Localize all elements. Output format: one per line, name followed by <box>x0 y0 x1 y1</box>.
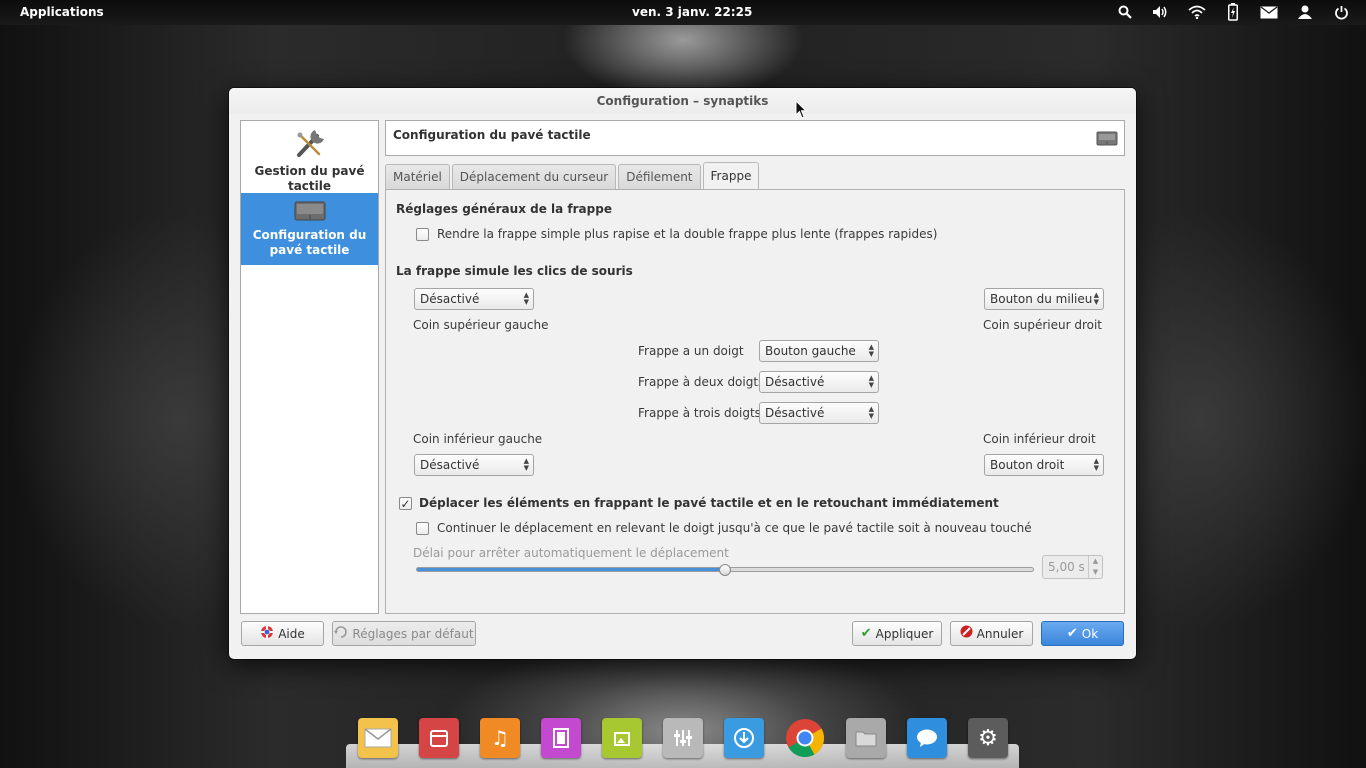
cancel-button[interactable]: Annuler <box>950 621 1033 646</box>
bottom-left-corner-select[interactable]: Désactivé ▲ ▼ <box>414 454 534 476</box>
continue-drag-checkbox[interactable] <box>416 522 429 535</box>
search-icon[interactable] <box>1114 3 1136 21</box>
check-icon: ✔ <box>860 626 872 641</box>
dock-items: ♫ ⚙ <box>358 718 1008 758</box>
fast-taps-label[interactable]: Rendre la frappe simple plus rapise et l… <box>437 227 937 241</box>
ok-button[interactable]: ✔ Ok <box>1041 621 1124 646</box>
two-finger-label: Frappe à deux doigts <box>638 375 765 389</box>
reset-icon <box>334 625 348 643</box>
download-icon[interactable] <box>724 718 764 758</box>
drag-checkbox[interactable]: ✓ <box>399 497 412 510</box>
slider-handle[interactable] <box>719 564 731 576</box>
drag-delay-label: Délai pour arrêter automatiquement le dé… <box>413 546 729 560</box>
top-panel: Applications ven. 3 janv. 22:25 <box>0 0 1366 25</box>
general-section-title: Réglages généraux de la frappe <box>396 202 612 216</box>
video-icon[interactable] <box>541 718 581 758</box>
slider-fill <box>417 568 725 571</box>
bottom-left-corner-label: Coin inférieur gauche <box>413 432 543 446</box>
sidebar-item-gestion[interactable]: Gestion du pavé tactile <box>241 121 378 193</box>
clicks-section-title: La frappe simule les clics de souris <box>396 264 633 278</box>
clock[interactable]: ven. 3 janv. 22:25 <box>632 5 752 19</box>
mixer-icon[interactable] <box>663 718 703 758</box>
combo-arrows-icon: ▲ ▼ <box>868 405 874 420</box>
power-icon[interactable] <box>1330 3 1352 21</box>
indicator-area <box>1114 3 1352 21</box>
tab-panel-frappe: Réglages généraux de la frappe Rendre la… <box>385 189 1125 614</box>
touchpad-icon <box>293 201 327 226</box>
bottom-right-corner-label: Coin inférieur droit <box>983 432 1096 446</box>
music-icon[interactable]: ♫ <box>480 718 520 758</box>
three-finger-select[interactable]: Désactivé ▲ ▼ <box>759 402 879 424</box>
volume-icon[interactable] <box>1150 3 1172 21</box>
chat-icon[interactable] <box>907 718 947 758</box>
sidebar-item-configuration[interactable]: Configuration du pavé tactile <box>241 193 378 265</box>
combo-arrows-icon: ▲ ▼ <box>868 374 874 389</box>
checkmark-icon: ✓ <box>400 496 411 511</box>
battery-icon[interactable] <box>1222 3 1244 21</box>
calendar-icon[interactable] <box>419 718 459 758</box>
sidebar-item-label: Gestion du pavé tactile <box>254 164 365 193</box>
window-title: Configuration – synaptiks <box>596 94 769 108</box>
top-right-corner-label: Coin supérieur droit <box>983 318 1103 332</box>
one-finger-select[interactable]: Bouton gauche ▲ ▼ <box>759 340 879 362</box>
combo-arrows-icon: ▲ ▼ <box>523 291 529 306</box>
page-title: Configuration du pavé tactile <box>393 128 591 142</box>
one-finger-label: Frappe a un doigt <box>638 344 744 358</box>
apply-button[interactable]: ✔ Appliquer <box>852 621 942 646</box>
wrench-icon <box>293 130 327 162</box>
top-right-corner-select[interactable]: Bouton du milieu ▲ ▼ <box>984 288 1104 310</box>
wifi-icon[interactable] <box>1186 3 1208 21</box>
user-icon[interactable] <box>1294 3 1316 21</box>
applications-menu[interactable]: Applications <box>20 5 104 19</box>
mail-icon[interactable] <box>1258 3 1280 21</box>
fast-taps-checkbox[interactable] <box>416 228 429 241</box>
touchpad-icon <box>1096 131 1118 149</box>
continue-drag-label[interactable]: Continuer le déplacement en relevant le … <box>437 521 1032 535</box>
configuration-window: Configuration – synaptiks Gestion du pav… <box>229 88 1136 659</box>
bottom-right-corner-select[interactable]: Bouton droit ▲ ▼ <box>984 454 1104 476</box>
combo-arrows-icon: ▲ ▼ <box>1093 457 1099 472</box>
page-header: Configuration du pavé tactile <box>385 120 1125 156</box>
three-finger-label: Frappe à trois doigts <box>638 406 761 420</box>
defaults-button[interactable]: Réglages par défaut <box>332 621 476 646</box>
drag-delay-spinbox[interactable]: 5,00 s ▲ ▼ <box>1042 555 1103 579</box>
help-button[interactable]: Aide <box>241 621 324 646</box>
sidebar: Gestion du pavé tactile Configuration du… <box>240 120 379 614</box>
cancel-icon <box>960 625 973 642</box>
top-left-corner-label: Coin supérieur gauche <box>413 318 549 332</box>
combo-arrows-icon: ▲ ▼ <box>868 343 874 358</box>
mail-icon[interactable] <box>358 718 398 758</box>
help-icon <box>260 625 274 643</box>
check-icon: ✔ <box>1066 626 1078 641</box>
mouse-cursor-icon <box>795 99 808 122</box>
top-left-corner-select[interactable]: Désactivé ▲ ▼ <box>414 288 534 310</box>
tab-deplacement-curseur[interactable]: Déplacement du curseur <box>451 164 617 189</box>
chrome-icon[interactable] <box>785 718 825 758</box>
tab-bar: Matériel Déplacement du curseur Défileme… <box>385 162 760 190</box>
two-finger-select[interactable]: Désactivé ▲ ▼ <box>759 371 879 393</box>
spin-arrows-icon[interactable]: ▲ ▼ <box>1088 556 1102 578</box>
settings-icon[interactable]: ⚙ <box>968 718 1008 758</box>
sidebar-item-label: Configuration du pavé tactile <box>252 228 367 257</box>
photos-icon[interactable] <box>602 718 642 758</box>
combo-arrows-icon: ▲ ▼ <box>523 457 529 472</box>
tab-frappe[interactable]: Frappe <box>702 162 760 189</box>
drag-delay-value: 5,00 s <box>1048 560 1085 574</box>
drag-label[interactable]: Déplacer les éléments en frappant le pav… <box>419 496 999 510</box>
window-titlebar[interactable]: Configuration – synaptiks <box>229 88 1136 114</box>
tab-materiel[interactable]: Matériel <box>385 164 450 189</box>
combo-arrows-icon: ▲ ▼ <box>1093 291 1099 306</box>
files-icon[interactable] <box>846 718 886 758</box>
tab-defilement[interactable]: Défilement <box>618 164 701 189</box>
